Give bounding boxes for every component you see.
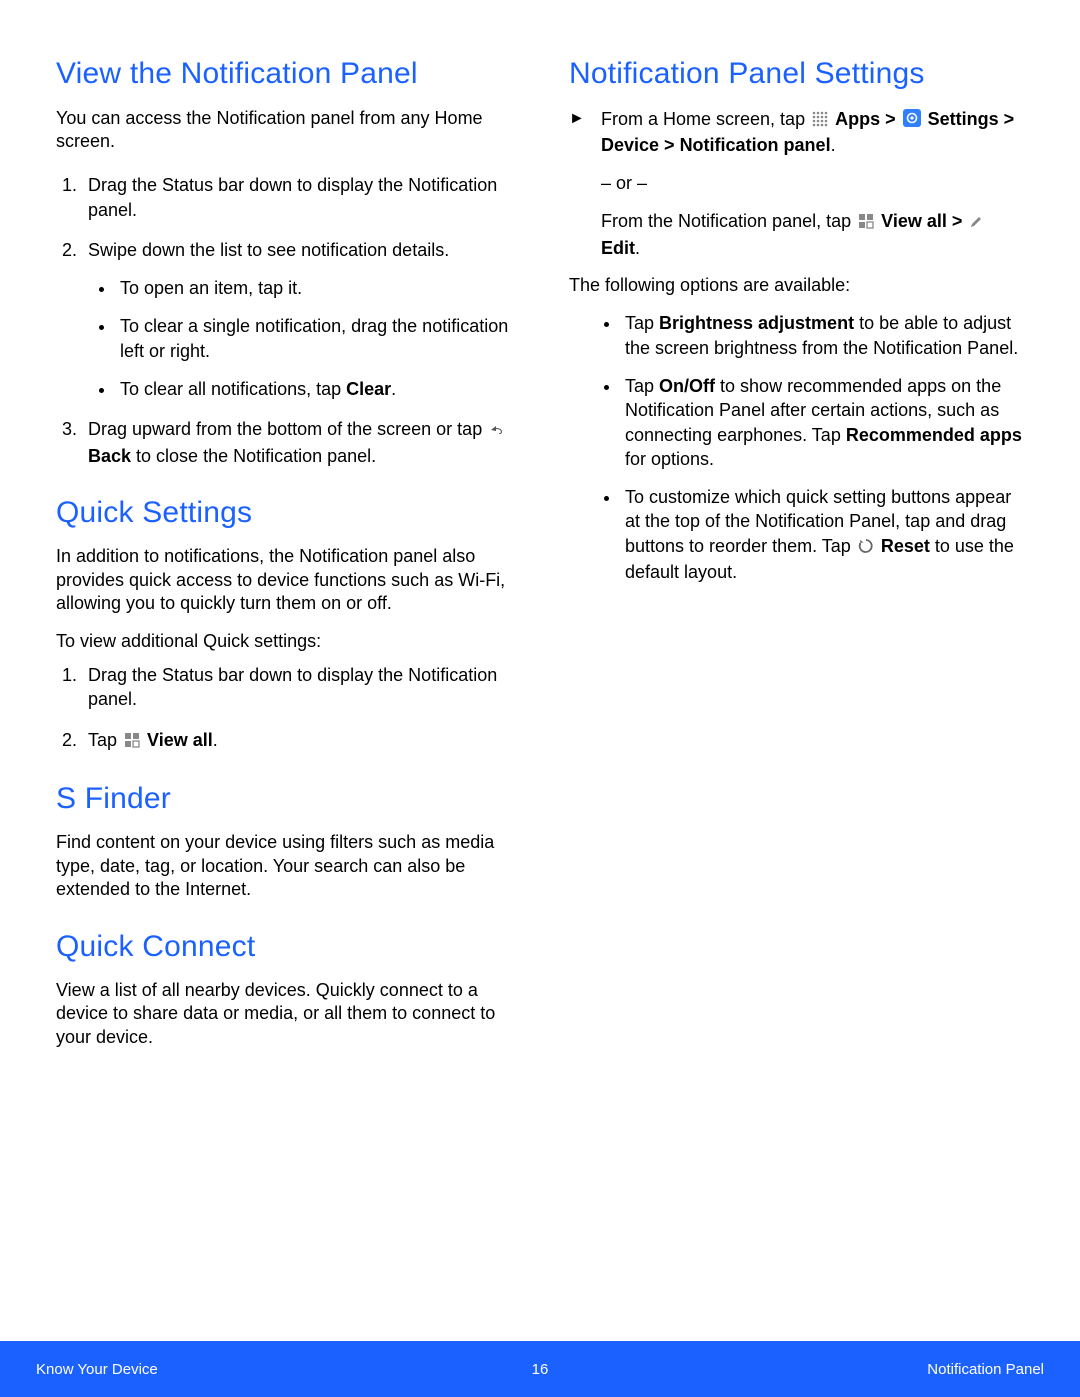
back-icon	[489, 419, 507, 443]
page-content: View the Notification Panel You can acce…	[0, 0, 1080, 1341]
paragraph: View a list of all nearby devices. Quick…	[56, 979, 511, 1049]
text: Tap	[625, 313, 659, 333]
list-item: Swipe down the list to see notification …	[82, 238, 511, 401]
paragraph: From the Notification panel, tap View al…	[601, 209, 1024, 260]
bold-text: Reset	[881, 536, 930, 556]
list-item: Tap Brightness adjustment to be able to …	[621, 311, 1024, 360]
footer-section-title: Know Your Device	[36, 1361, 158, 1378]
bold-text: Back	[88, 446, 131, 466]
view-all-icon	[124, 730, 140, 754]
text: .	[635, 238, 640, 258]
paragraph: In addition to notifications, the Notifi…	[56, 545, 511, 615]
or-text: – or –	[601, 171, 1024, 195]
list-item: To clear all notifications, tap Clear.	[116, 377, 511, 401]
bold-text: Recommended apps	[846, 425, 1022, 445]
paragraph: To view additional Quick settings:	[56, 630, 511, 653]
text: to close the Notification panel.	[131, 446, 376, 466]
page-footer: Know Your Device 16 Notification Panel	[0, 1341, 1080, 1397]
view-all-icon	[858, 211, 874, 235]
text: .	[831, 135, 836, 155]
text: Swipe down the list to see notification …	[88, 240, 449, 260]
arrow-list: From a Home screen, tap Apps > Settings …	[569, 107, 1024, 158]
bold-text: Notification panel	[680, 135, 831, 155]
heading-s-finder: S Finder	[56, 780, 511, 818]
text: To clear all notifications, tap	[120, 379, 346, 399]
bold-text: View all	[881, 211, 947, 231]
bold-text: Edit	[601, 238, 635, 258]
bold-text: Clear	[346, 379, 391, 399]
text: >	[659, 135, 680, 155]
text: .	[213, 730, 218, 750]
ordered-list: Drag the Status bar down to display the …	[56, 173, 511, 468]
bold-text: Brightness adjustment	[659, 313, 854, 333]
text: .	[391, 379, 396, 399]
text: Tap	[625, 376, 659, 396]
bold-text: Apps	[835, 109, 880, 129]
bullet-list: Tap Brightness adjustment to be able to …	[569, 311, 1024, 584]
text: Drag upward from the bottom of the scree…	[88, 419, 487, 439]
bullet-list: To open an item, tap it. To clear a sing…	[88, 276, 511, 401]
list-item: From a Home screen, tap Apps > Settings …	[591, 107, 1024, 158]
ordered-list: Drag the Status bar down to display the …	[56, 663, 511, 754]
list-item: Drag the Status bar down to display the …	[82, 663, 511, 712]
right-column: Notification Panel Settings From a Home …	[569, 50, 1024, 1341]
text: for options.	[625, 449, 714, 469]
edit-icon	[969, 211, 984, 235]
paragraph: Find content on your device using filter…	[56, 831, 511, 901]
list-item: Drag upward from the bottom of the scree…	[82, 417, 511, 468]
reset-icon	[858, 536, 874, 560]
list-item: Tap On/Off to show recommended apps on t…	[621, 374, 1024, 471]
page-number: 16	[532, 1361, 549, 1378]
left-column: View the Notification Panel You can acce…	[56, 50, 511, 1341]
heading-quick-settings: Quick Settings	[56, 494, 511, 532]
apps-icon	[812, 109, 828, 133]
list-item: To open an item, tap it.	[116, 276, 511, 300]
paragraph: You can access the Notification panel fr…	[56, 107, 511, 154]
bold-text: Settings	[928, 109, 999, 129]
heading-quick-connect: Quick Connect	[56, 928, 511, 966]
list-item: Tap View all.	[82, 728, 511, 754]
list-item: Drag the Status bar down to display the …	[82, 173, 511, 222]
bold-text: On/Off	[659, 376, 715, 396]
bold-text: Device	[601, 135, 659, 155]
list-item: To clear a single notification, drag the…	[116, 314, 511, 363]
settings-icon	[903, 109, 921, 133]
text: >	[947, 211, 968, 231]
heading-view-notification-panel: View the Notification Panel	[56, 55, 511, 93]
footer-topic-title: Notification Panel	[927, 1361, 1044, 1378]
heading-notification-panel-settings: Notification Panel Settings	[569, 55, 1024, 93]
list-item: To customize which quick setting buttons…	[621, 485, 1024, 584]
bold-text: View all	[147, 730, 213, 750]
text: >	[999, 109, 1015, 129]
text: From a Home screen, tap	[601, 109, 810, 129]
text: From the Notification panel, tap	[601, 211, 856, 231]
text: >	[880, 109, 901, 129]
paragraph: The following options are available:	[569, 274, 1024, 297]
text: Tap	[88, 730, 122, 750]
